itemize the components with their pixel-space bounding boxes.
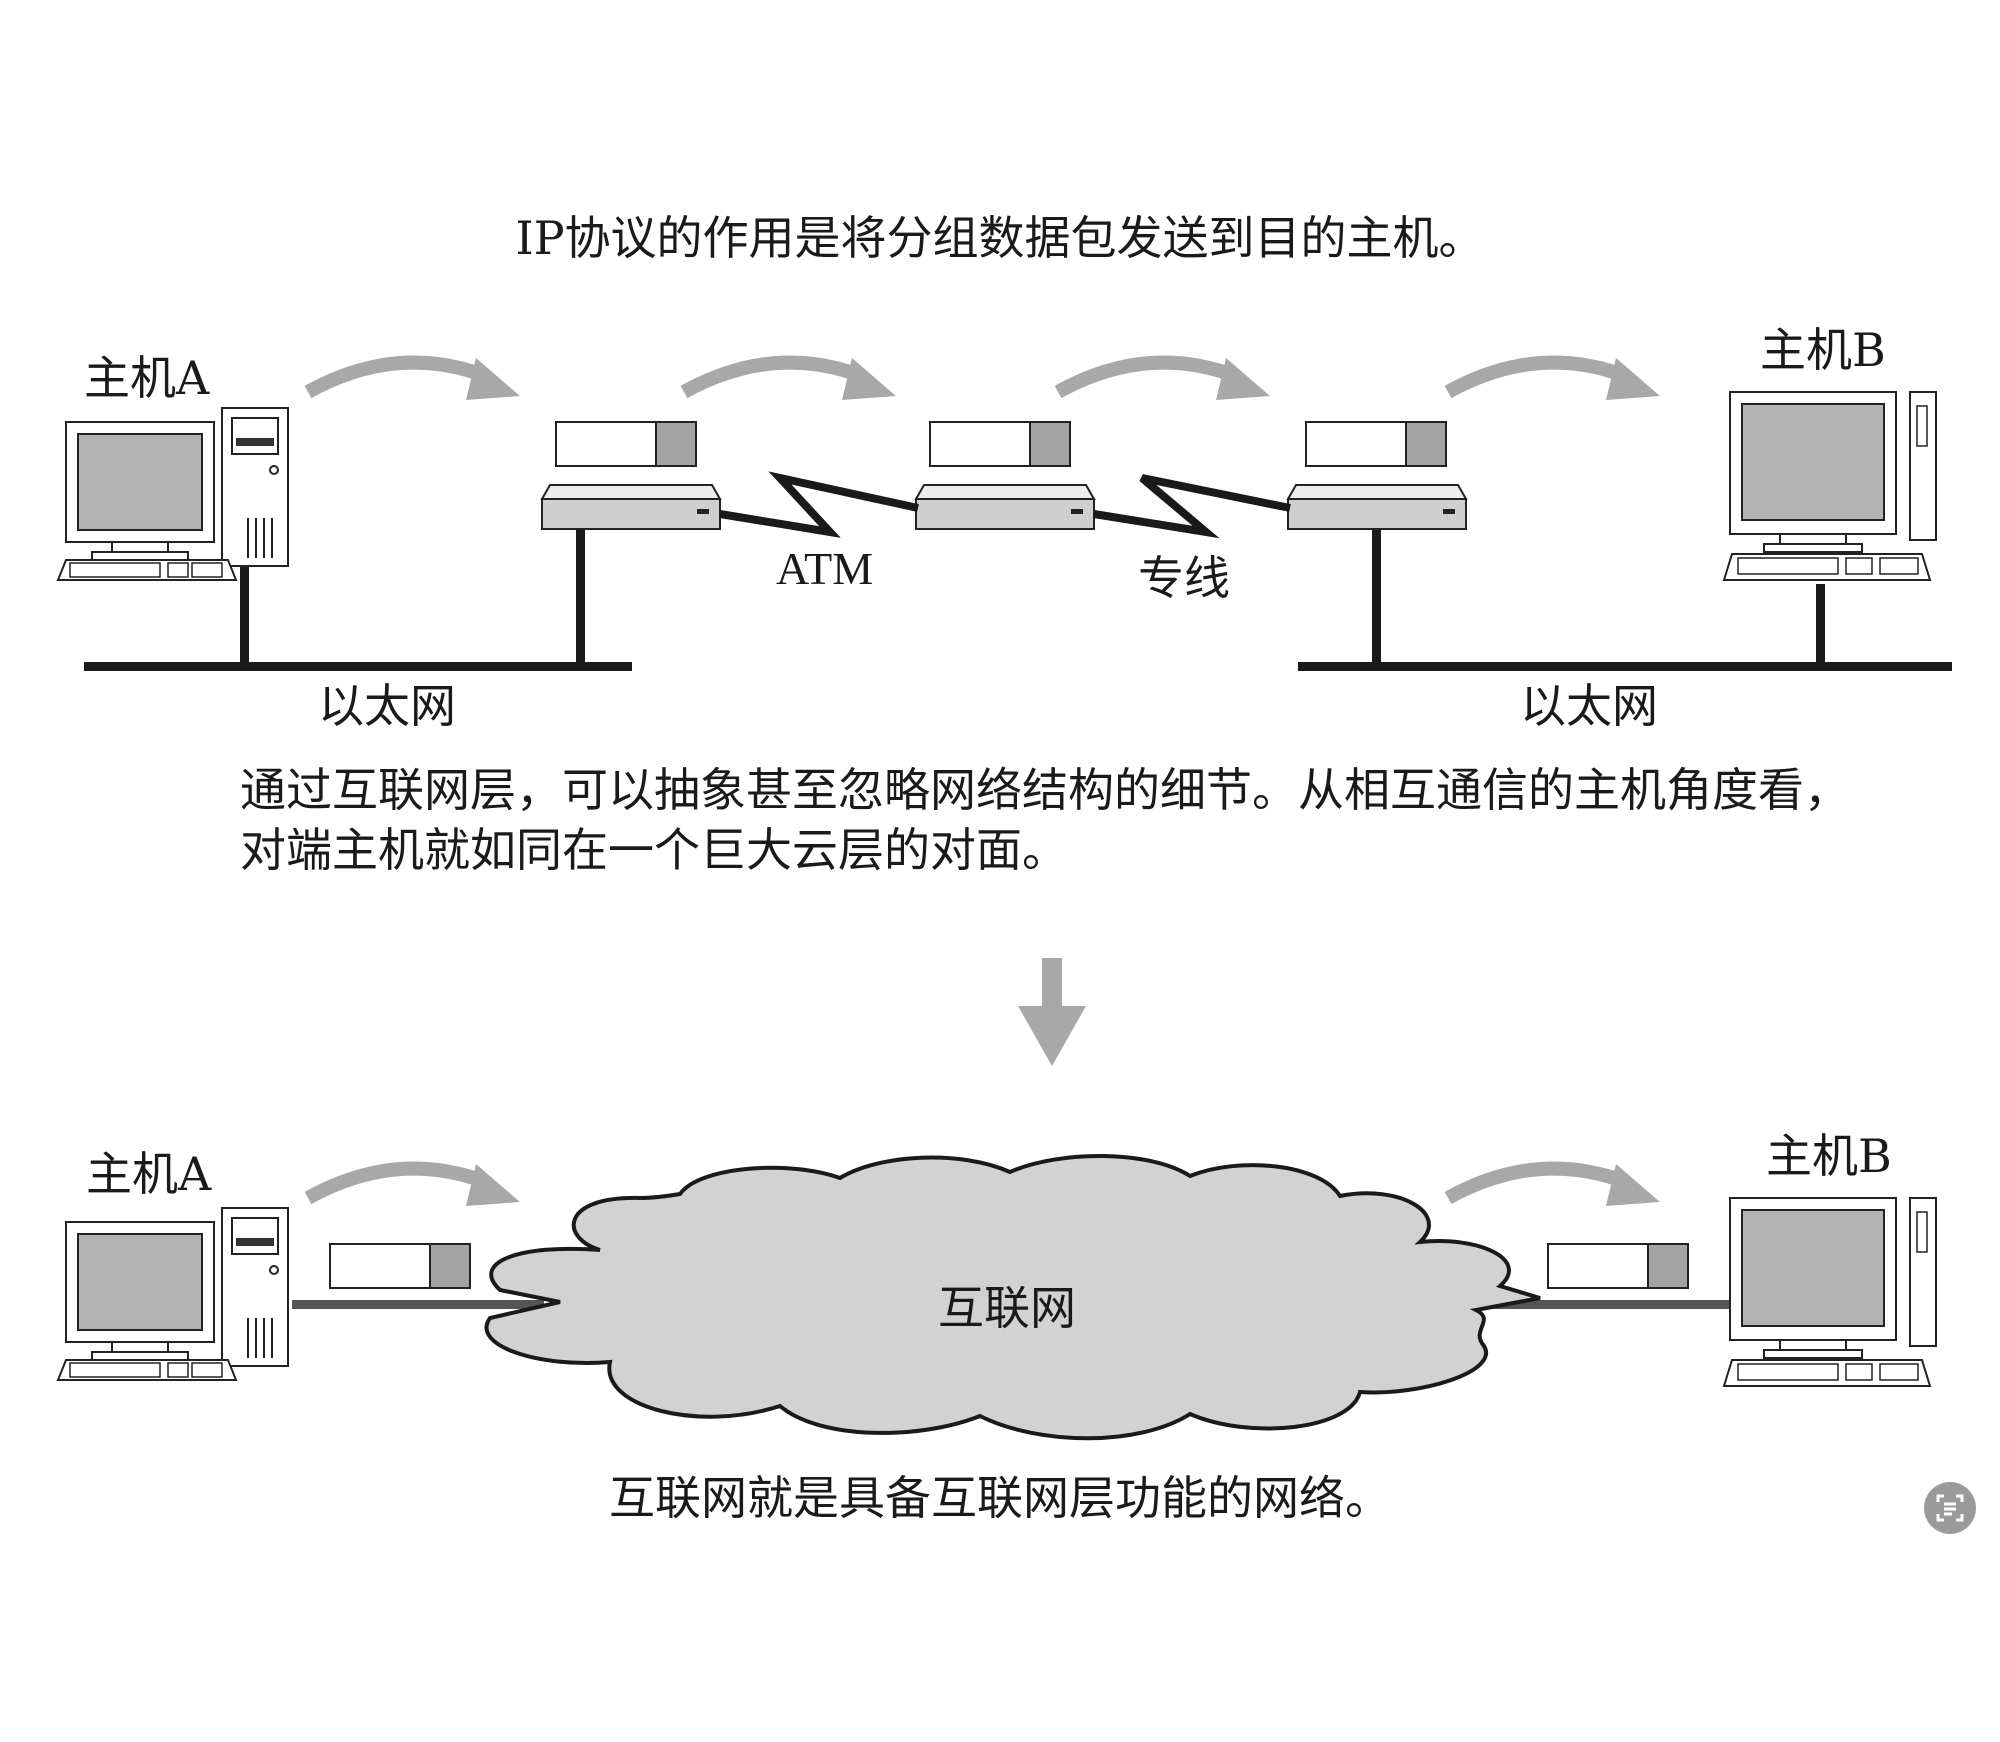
atm-label: ATM xyxy=(776,543,873,594)
caption-middle-line2: 对端主机就如同在一个巨大云层的对面。 xyxy=(240,823,1068,877)
packet-icon xyxy=(329,1243,471,1289)
hop-arrow-icon xyxy=(1448,358,1660,400)
host-a-label: 主机A xyxy=(86,1147,212,1201)
drop-host-b xyxy=(1816,584,1825,666)
leased-line-label: 专线 xyxy=(1138,551,1230,605)
atm-link xyxy=(719,471,919,538)
caption-middle-line1: 通过互联网层，可以抽象甚至忽略网络结构的细节。从相互通信的主机角度看， xyxy=(240,763,1850,817)
link-host-a-cloud xyxy=(292,1300,544,1309)
host-a-computer-icon xyxy=(57,1207,289,1381)
packet-icon xyxy=(555,421,697,467)
router-3-icon xyxy=(1287,484,1467,530)
caption-middle: 通过互联网层，可以抽象甚至忽略网络结构的细节。从相互通信的主机角度看， 对端主机… xyxy=(240,760,1850,880)
host-b-label: 主机B xyxy=(1766,1129,1892,1183)
drop-host-a xyxy=(240,556,249,666)
host-b-label: 主机B xyxy=(1760,323,1886,377)
packet-icon xyxy=(1547,1243,1689,1289)
hop-arrow-icon xyxy=(684,358,896,400)
lan-right-bar xyxy=(1298,662,1952,671)
hop-arrow-icon xyxy=(308,1164,520,1206)
hop-arrow-icon xyxy=(1058,358,1270,400)
router-2-icon xyxy=(915,484,1095,530)
caption-bottom: 互联网就是具备互联网层功能的网络。 xyxy=(609,1471,1391,1525)
drop-router-1 xyxy=(576,522,585,666)
caption-top: IP协议的作用是将分组数据包发送到目的主机。 xyxy=(515,211,1485,265)
host-b-computer-icon xyxy=(1723,1197,1937,1387)
lan-left-bar xyxy=(84,662,632,671)
hop-arrow-icon xyxy=(1448,1164,1660,1206)
hop-arrow-icon xyxy=(308,358,520,400)
drop-router-3 xyxy=(1372,522,1381,666)
host-b-computer-icon xyxy=(1723,391,1937,581)
packet-icon xyxy=(929,421,1071,467)
down-arrow-icon xyxy=(1018,958,1086,1066)
lan-right-label: 以太网 xyxy=(1520,679,1658,733)
host-a-computer-icon xyxy=(57,407,289,581)
document-scan-button[interactable] xyxy=(1924,1482,1976,1534)
packet-icon xyxy=(1305,421,1447,467)
document-scan-icon xyxy=(1936,1494,1964,1522)
router-1-icon xyxy=(541,484,721,530)
host-a-label: 主机A xyxy=(84,351,210,405)
leased-line-link xyxy=(1093,474,1291,539)
lan-left-label: 以太网 xyxy=(318,679,456,733)
cloud-label: 互联网 xyxy=(938,1281,1076,1335)
